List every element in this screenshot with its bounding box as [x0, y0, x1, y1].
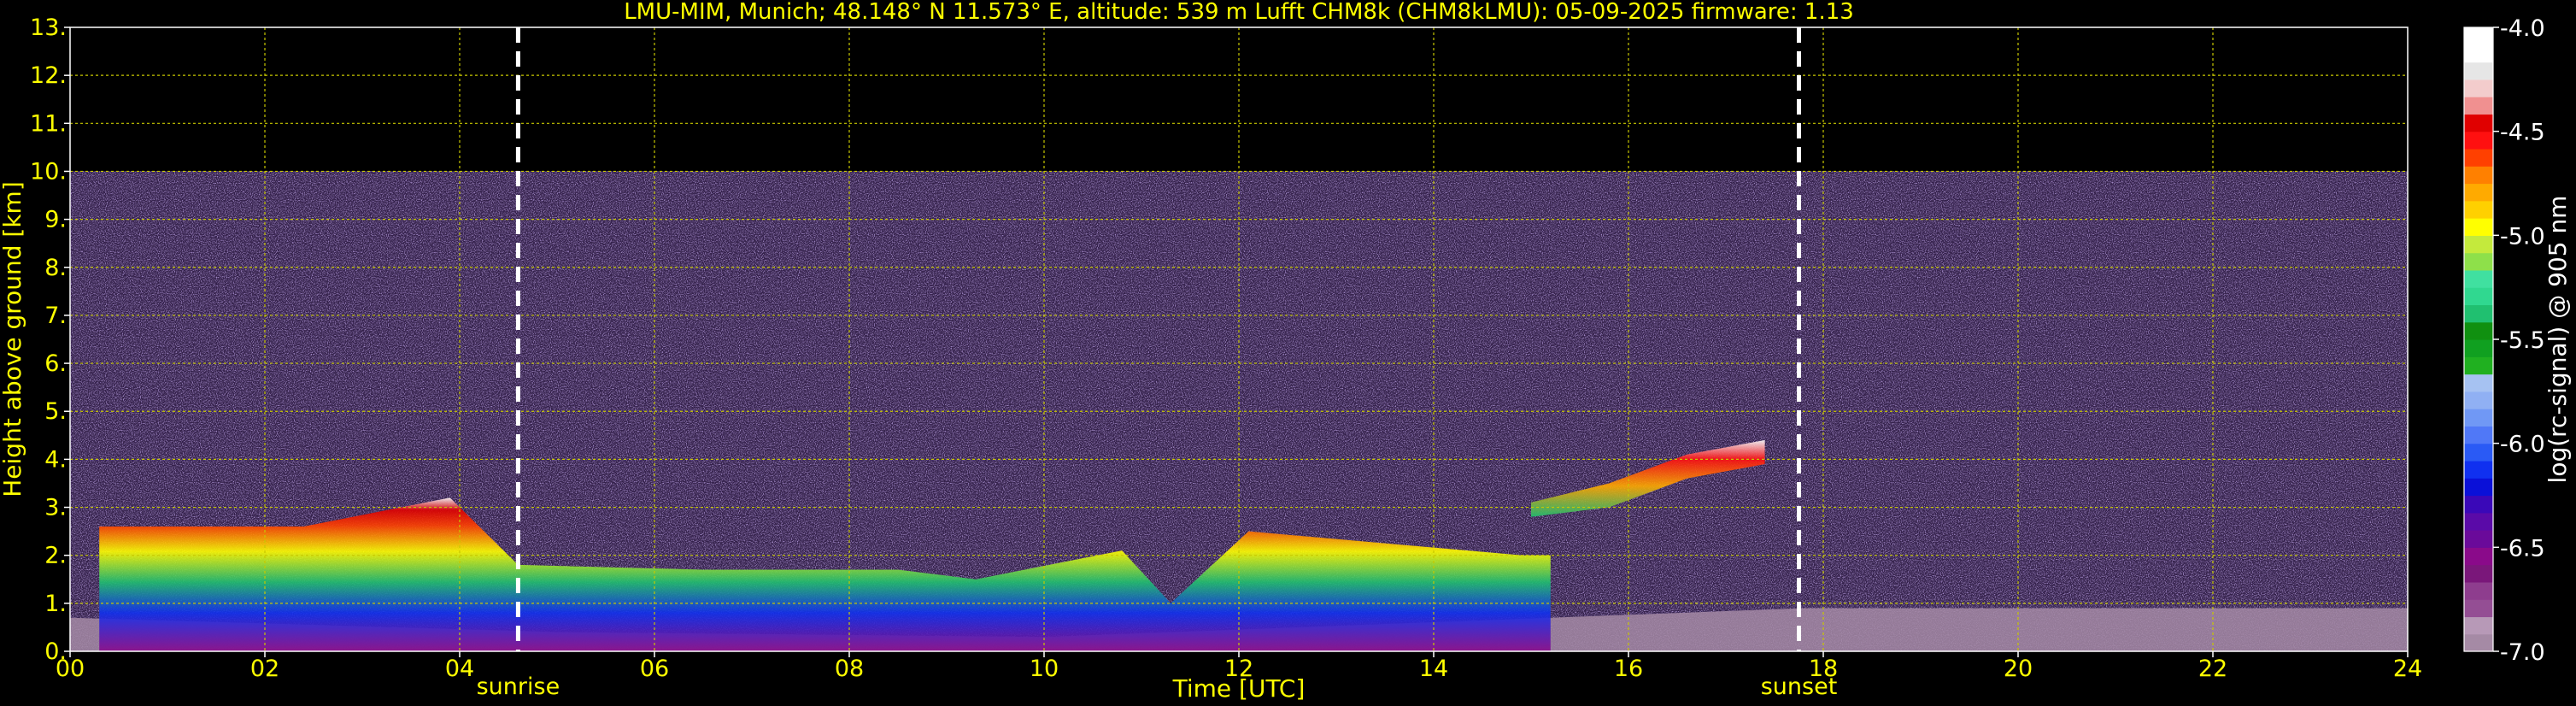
y-tick-label: 12. — [30, 62, 67, 89]
colorbar-swatch — [2464, 460, 2493, 479]
colorbar-tick-label: -5.5 — [2500, 327, 2545, 354]
y-axis-label: Height above ground [km] — [0, 181, 26, 497]
colorbar-swatch — [2464, 599, 2493, 618]
colorbar-swatch — [2464, 287, 2493, 306]
colorbar-swatch — [2464, 547, 2493, 566]
x-tick-label: 18 — [1809, 656, 1838, 682]
colorbar-swatch — [2464, 443, 2493, 462]
colorbar: -4.0 -4.5 -5.0 -5.5 -6.0 -6.5 -7.0 — [2463, 15, 2545, 666]
y-tick-label: 2. — [44, 543, 67, 569]
colorbar-swatch — [2464, 166, 2493, 185]
sunrise-label: sunrise — [477, 674, 560, 700]
colorbar-swatch — [2464, 339, 2493, 357]
y-axis-ticks: 0. 1. 2. 3. 4. 5. 6. 7. 8. 9. 10. 11. 12. 13. — [30, 15, 70, 665]
colorbar-swatch — [2464, 530, 2493, 548]
colorbar-swatch — [2464, 304, 2493, 323]
colorbar-swatch — [2464, 409, 2493, 427]
chart-title: LMU-MIM, Munich; 48.148° N 11.573° E, al… — [624, 0, 1854, 25]
colorbar-swatch — [2464, 200, 2493, 219]
x-tick-label: 10 — [1030, 656, 1059, 682]
colorbar-swatch — [2464, 252, 2493, 271]
y-tick-label: 5. — [44, 398, 67, 425]
colorbar-swatch — [2464, 218, 2493, 236]
colorbar-swatch — [2464, 426, 2493, 444]
x-tick-label: 20 — [2004, 656, 2033, 682]
colorbar-swatch — [2464, 581, 2493, 600]
colorbar-tick-label: -7.0 — [2500, 639, 2545, 666]
colorbar-swatch — [2464, 97, 2493, 115]
colorbar-tick-label: -5.0 — [2500, 223, 2545, 250]
y-tick-label: 9. — [44, 207, 67, 233]
colorbar-swatch — [2464, 478, 2493, 497]
colorbar-swatch — [2464, 356, 2493, 375]
colorbar-tick-label: -6.5 — [2500, 535, 2545, 562]
colorbar-swatch — [2464, 633, 2493, 652]
y-tick-label: 4. — [44, 446, 67, 473]
lidar-chart: sunrise sunset 00 02 04 06 08 10 12 14 16 18 20 22 24… — [0, 0, 2572, 703]
colorbar-swatch — [2464, 374, 2493, 392]
y-tick-label: 10. — [30, 158, 67, 185]
y-tick-label: 13. — [30, 15, 67, 41]
y-tick-label: 7. — [44, 303, 67, 329]
colorbar-tick-label: -4.5 — [2500, 120, 2545, 146]
colorbar-swatch — [2464, 44, 2493, 63]
colorbar-swatch — [2464, 183, 2493, 202]
colorbar-tick-label: -4.0 — [2500, 15, 2545, 42]
y-tick-label: 3. — [44, 495, 67, 521]
x-tick-label: 08 — [835, 656, 864, 682]
colorbar-swatch — [2464, 131, 2493, 150]
y-tick-label: 8. — [44, 255, 67, 281]
colorbar-swatch — [2464, 512, 2493, 531]
y-tick-label: 0. — [44, 638, 67, 665]
x-tick-label: 04 — [445, 656, 474, 682]
x-tick-label: 02 — [250, 656, 279, 682]
colorbar-swatch — [2464, 114, 2493, 132]
colorbar-label: log(rc-signal) @ 905 nm — [2544, 196, 2572, 484]
colorbar-swatch — [2464, 148, 2493, 167]
colorbar-swatch — [2464, 27, 2493, 45]
y-tick-label: 6. — [44, 350, 67, 377]
colorbar-swatch — [2464, 321, 2493, 340]
x-tick-label: 22 — [2198, 656, 2227, 682]
colorbar-swatch — [2464, 495, 2493, 514]
colorbar-swatch — [2464, 79, 2493, 97]
x-tick-label: 14 — [1419, 656, 1448, 682]
colorbar-swatch — [2464, 391, 2493, 409]
colorbar-swatch — [2464, 269, 2493, 288]
x-tick-label: 24 — [2393, 656, 2422, 682]
colorbar-swatch — [2464, 616, 2493, 635]
colorbar-swatch — [2464, 564, 2493, 583]
y-tick-label: 1. — [44, 591, 67, 617]
x-tick-label: 16 — [1614, 656, 1643, 682]
colorbar-swatch — [2464, 235, 2493, 254]
x-tick-label: 06 — [640, 656, 669, 682]
colorbar-swatch — [2464, 62, 2493, 80]
x-axis-label: Time [UTC] — [1172, 674, 1306, 703]
colorbar-tick-label: -6.0 — [2500, 432, 2545, 458]
y-tick-label: 11. — [30, 110, 67, 137]
